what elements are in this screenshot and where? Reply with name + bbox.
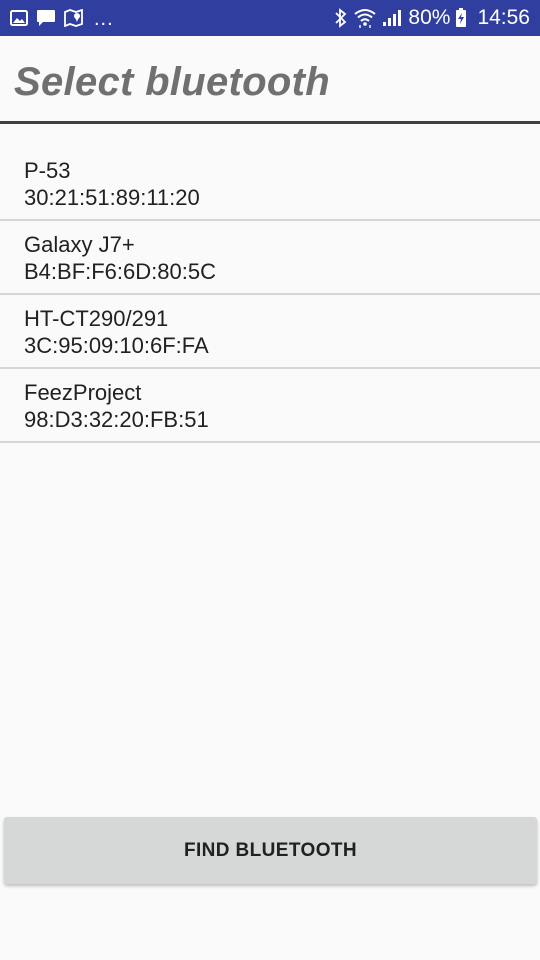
battery-charging-icon [455, 8, 467, 28]
wifi-icon [354, 8, 377, 28]
list-item-device-2[interactable]: Galaxy J7+ B4:BF:F6:6D:80:5C [0, 221, 540, 295]
app-header: Select bluetooth [0, 36, 540, 124]
image-icon [10, 10, 28, 26]
find-bluetooth-button[interactable]: FIND BLUETOOTH [4, 817, 537, 884]
notification-icons: ... [10, 0, 114, 36]
device-name: FeezProject [24, 380, 142, 405]
status-bar: ... 80% 14:56 [0, 0, 540, 36]
device-address: 3C:95:09:10:6F:FA [24, 333, 209, 358]
device-address: 98:D3:32:20:FB:51 [24, 407, 209, 432]
map-pin-icon [64, 9, 84, 27]
system-icons: 80% 14:56 [334, 0, 530, 36]
page-title: Select bluetooth [14, 60, 330, 104]
notification-overflow: ... [94, 8, 114, 30]
device-name: Galaxy J7+ [24, 232, 135, 257]
list-item-device-3[interactable]: HT-CT290/291 3C:95:09:10:6F:FA [0, 295, 540, 369]
list-item-device-1[interactable]: P-53 30:21:51:89:11:20 [0, 147, 540, 221]
battery-percent: 80% [408, 6, 451, 29]
screen: ... 80% 14:56 Select bluetooth P-53 30:2… [0, 0, 540, 960]
list-item-device-4[interactable]: FeezProject 98:D3:32:20:FB:51 [0, 369, 540, 443]
device-list: P-53 30:21:51:89:11:20 Galaxy J7+ B4:BF:… [0, 147, 540, 443]
clock: 14:56 [477, 6, 530, 29]
device-name: HT-CT290/291 [24, 306, 169, 331]
chat-icon [36, 9, 56, 27]
device-address: B4:BF:F6:6D:80:5C [24, 259, 216, 284]
bluetooth-icon [334, 8, 348, 28]
signal-icon [382, 9, 402, 27]
device-name: P-53 [24, 158, 71, 183]
device-address: 30:21:51:89:11:20 [24, 185, 200, 210]
